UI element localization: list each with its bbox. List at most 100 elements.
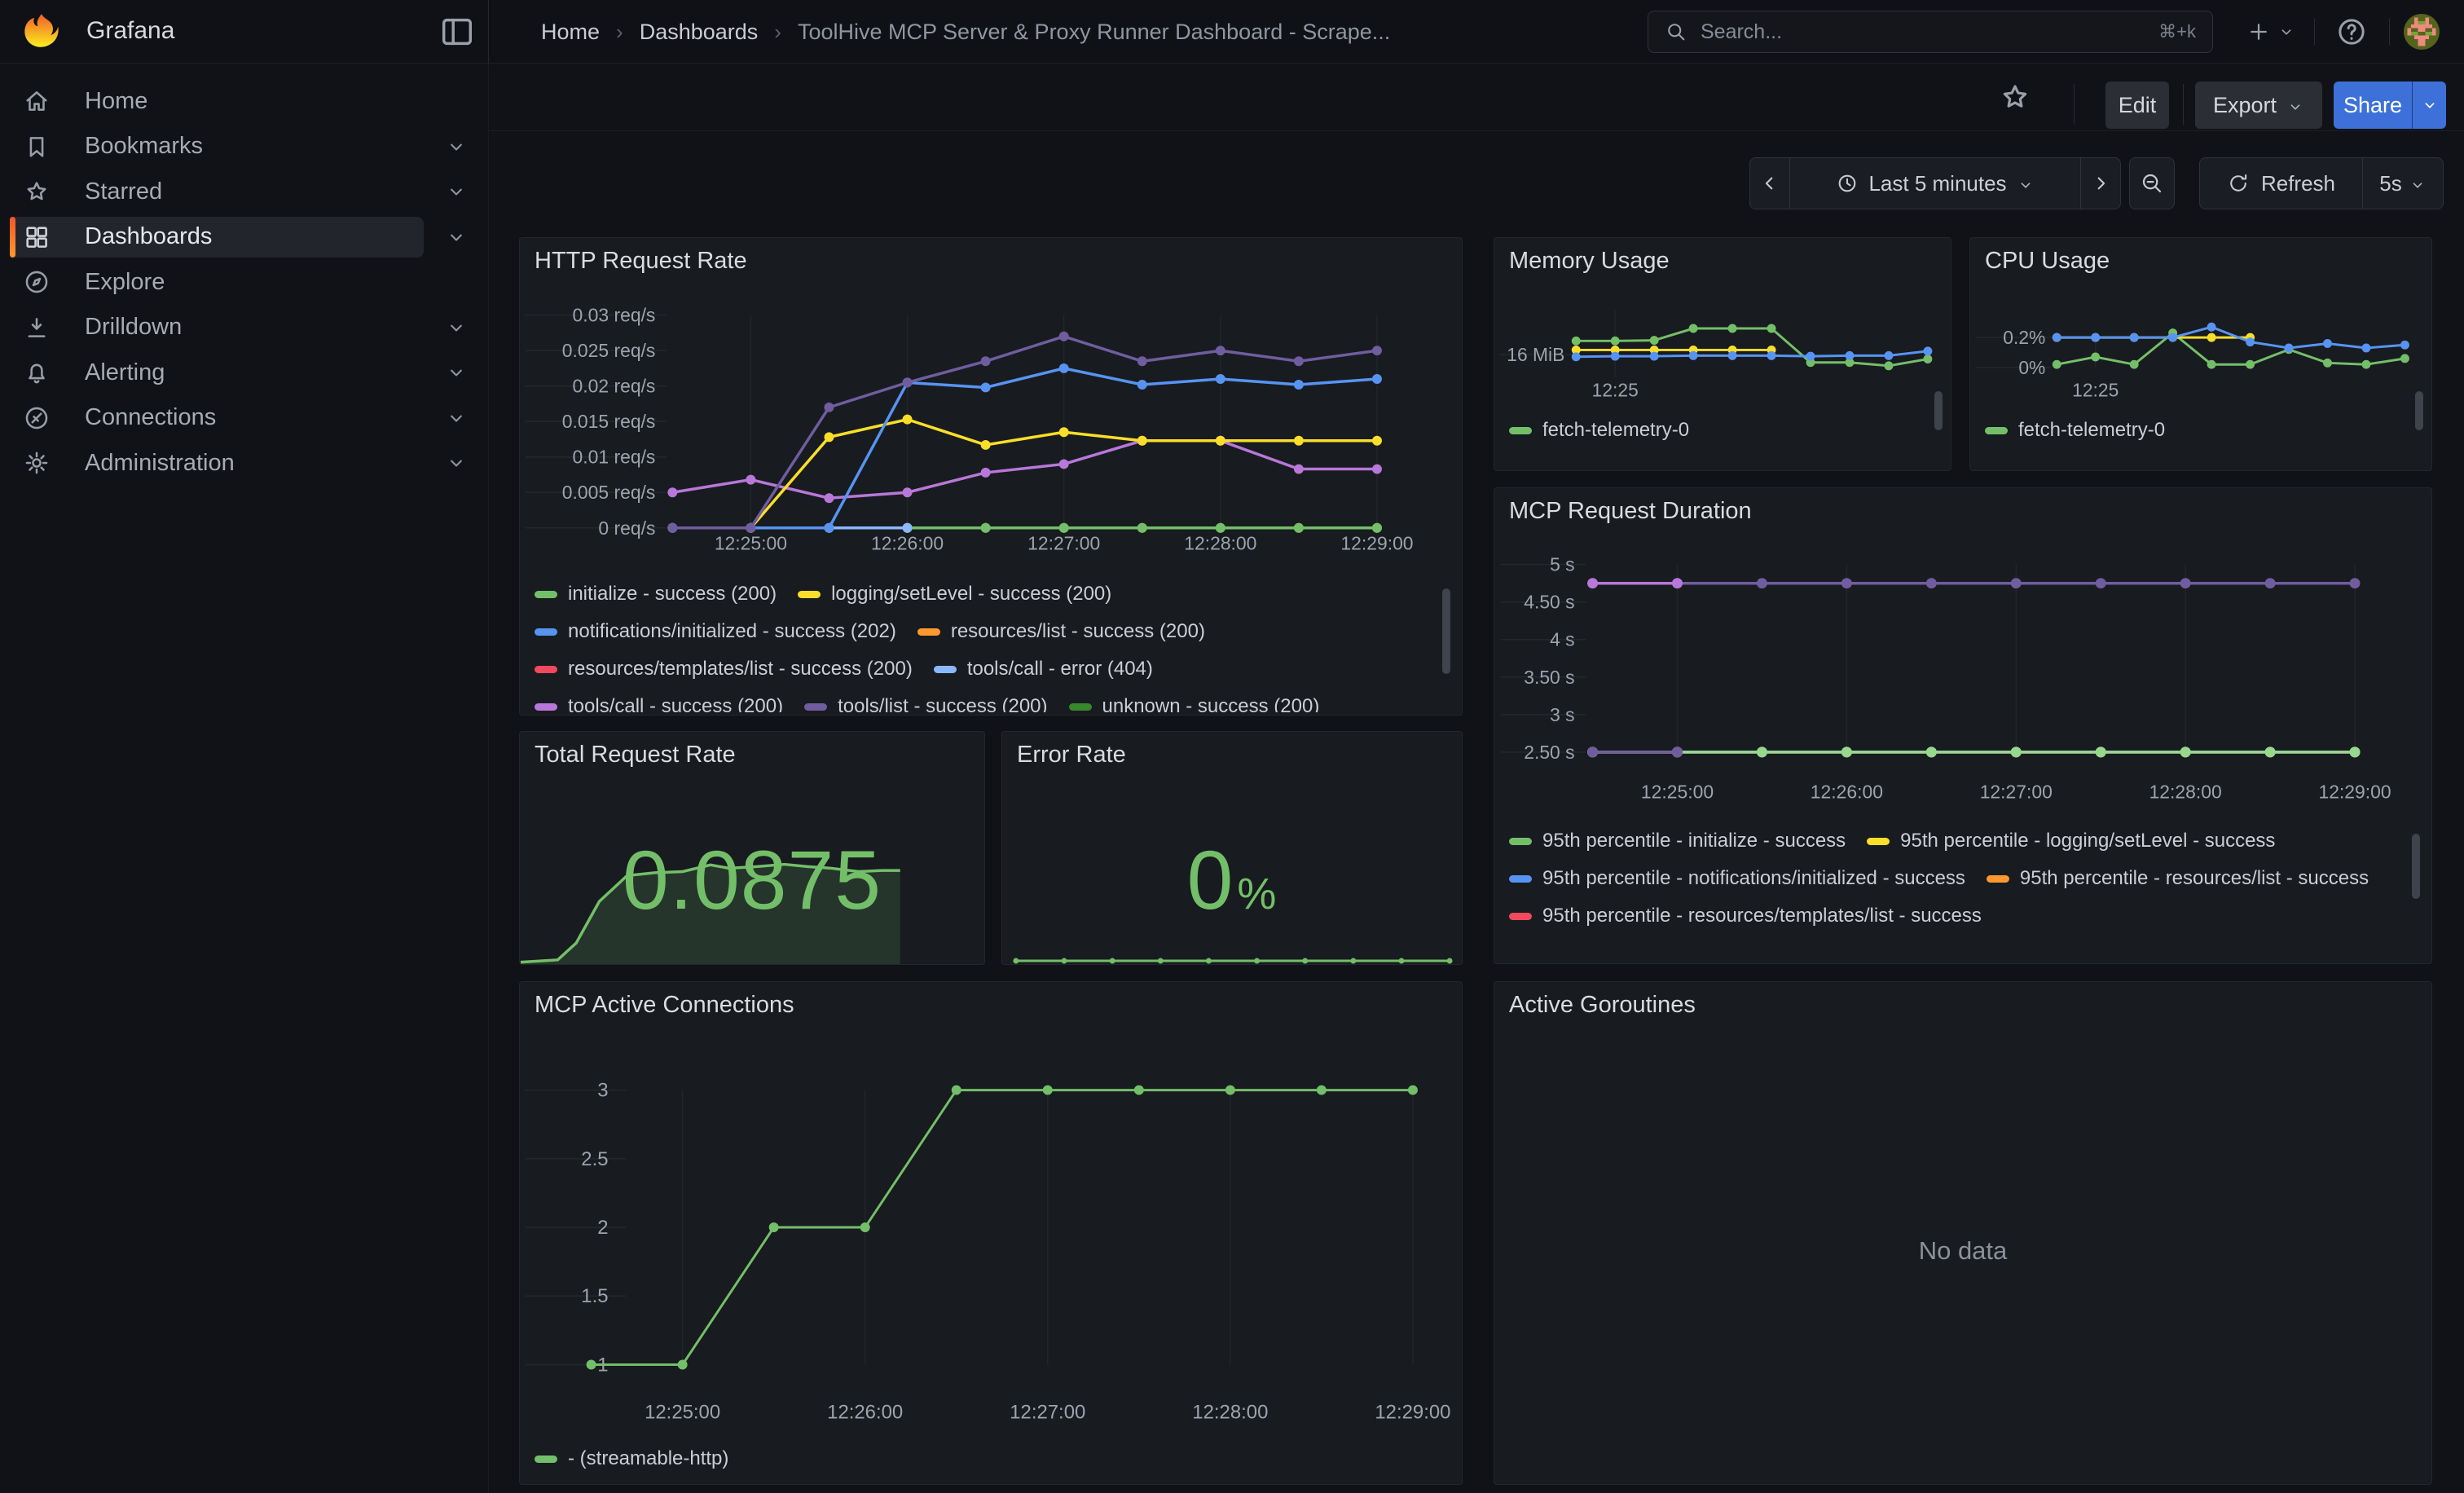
chevron-down-icon[interactable] <box>445 226 468 249</box>
legend-item[interactable]: resources/list - success (200) <box>917 621 1205 642</box>
chevron-down-icon[interactable] <box>445 135 468 158</box>
legend-swatch <box>1509 838 1532 845</box>
breadcrumb-dashboards[interactable]: Dashboards <box>640 20 759 45</box>
zoom-out-icon <box>2140 171 2164 196</box>
chevron-down-icon[interactable] <box>445 451 468 474</box>
legend-label: tools/call - error (404) <box>967 658 1153 680</box>
sidebar-item-bookmarks[interactable]: Bookmarks <box>10 126 424 167</box>
legend-item[interactable]: 95th percentile - resources/templates/li… <box>1509 905 1982 927</box>
sidebar-item-home[interactable]: Home <box>10 81 424 121</box>
edit-button-label: Edit <box>2119 93 2157 118</box>
legend-item[interactable]: 95th percentile - notifications/initiali… <box>1509 868 1965 889</box>
avatar[interactable] <box>2404 14 2440 50</box>
sidebar-item-explore[interactable]: Explore <box>10 262 424 302</box>
legend-item[interactable]: 95th percentile - logging/setLevel - suc… <box>1867 830 2275 852</box>
sidebar-item-starred[interactable]: Starred <box>10 171 424 212</box>
panel-title: Active Goroutines <box>1509 992 1696 1019</box>
top-nav-bar: Grafana Home › Dashboards › ToolHive MCP… <box>0 0 2464 64</box>
legend-item[interactable]: tools/call - success (200) <box>535 696 783 712</box>
legend-item[interactable]: unknown - success (200) <box>1069 696 1320 712</box>
svg-text:0 req/s: 0 req/s <box>598 517 655 539</box>
legend-item[interactable]: fetch-telemetry-0 <box>1985 420 2165 441</box>
share-dropdown-button[interactable] <box>2412 81 2446 129</box>
time-range-group: Last 5 minutes <box>1749 157 2121 209</box>
legend-item[interactable]: tools/call - error (404) <box>934 658 1153 680</box>
legend-item[interactable]: initialize - success (200) <box>535 584 777 605</box>
chevron-down-icon[interactable] <box>445 180 468 203</box>
sidebar-item-label: Starred <box>85 178 162 205</box>
legend-item[interactable]: logging/setLevel - success (200) <box>798 584 1111 605</box>
sidebar-item-connections[interactable]: Connections <box>10 398 424 438</box>
sidebar-item-dashboards[interactable]: Dashboards <box>10 217 424 258</box>
search-input[interactable]: Search... ⌘+k <box>1648 11 2213 53</box>
legend-label: unknown - success (200) <box>1102 695 1320 712</box>
sidebar-item-drilldown[interactable]: Drilldown <box>10 307 424 348</box>
sidebar-item-administration[interactable]: Administration <box>10 443 424 483</box>
sidebar-item-alerting[interactable]: Alerting <box>10 352 424 393</box>
legend-item[interactable]: tools/list - success (200) <box>804 696 1047 712</box>
breadcrumb-home[interactable]: Home <box>541 20 600 45</box>
bookmark-icon <box>23 133 51 161</box>
svg-text:12:26:00: 12:26:00 <box>827 1401 903 1423</box>
subheader-separator <box>2183 84 2184 125</box>
plug-icon <box>23 404 51 432</box>
svg-text:0.005 req/s: 0.005 req/s <box>562 482 656 503</box>
add-new-button[interactable] <box>2238 14 2303 50</box>
chevron-down-icon[interactable] <box>445 407 468 429</box>
mcp-active-connections-chart[interactable]: 12:25:0012:26:0012:27:0012:28:0012:29:00… <box>520 982 1462 1484</box>
breadcrumb-separator: › <box>616 20 623 45</box>
chevron-down-icon <box>2421 96 2439 114</box>
legend-scrollbar[interactable] <box>2415 391 2423 430</box>
legend-scrollbar[interactable] <box>2412 834 2420 899</box>
drill-icon <box>23 314 51 341</box>
svg-text:0.01 req/s: 0.01 req/s <box>573 447 656 468</box>
refresh-interval-picker[interactable]: 5s <box>2362 158 2443 209</box>
legend-item[interactable]: 95th percentile - initialize - success <box>1509 830 1846 852</box>
sidebar-item-label: Bookmarks <box>85 133 203 160</box>
help-button[interactable] <box>2335 15 2368 48</box>
svg-text:0.025 req/s: 0.025 req/s <box>562 340 656 361</box>
sidebar-toggle-icon[interactable] <box>438 13 476 51</box>
legend-label: 95th percentile - resources/templates/li… <box>1542 905 1982 927</box>
svg-text:12:25: 12:25 <box>2072 380 2119 401</box>
chevron-down-icon[interactable] <box>445 316 468 339</box>
legend-swatch <box>1509 913 1532 920</box>
error-rate-number: 0 <box>1187 834 1234 927</box>
svg-text:2.50 s: 2.50 s <box>1524 742 1574 763</box>
svg-text:0.02 req/s: 0.02 req/s <box>573 376 656 397</box>
time-shift-forward-button[interactable] <box>2080 158 2120 209</box>
legend-item[interactable]: - (streamable-http) <box>535 1448 728 1469</box>
svg-text:12:29:00: 12:29:00 <box>2318 782 2391 803</box>
svg-text:2.5: 2.5 <box>581 1148 608 1170</box>
legend-item[interactable]: resources/templates/list - success (200) <box>535 658 913 680</box>
legend-label: 95th percentile - logging/setLevel - suc… <box>1900 830 2275 852</box>
legend-item[interactable]: fetch-telemetry-0 <box>1509 420 1689 441</box>
chevron-down-icon[interactable] <box>445 361 468 384</box>
svg-text:12:27:00: 12:27:00 <box>1980 782 2053 803</box>
time-range-label: Last 5 minutes <box>1868 171 2006 196</box>
chevron-down-icon <box>2277 23 2295 41</box>
panel-title: Error Rate <box>1017 742 1126 769</box>
panel-title: MCP Request Duration <box>1509 498 1752 525</box>
time-shift-back-button[interactable] <box>1750 158 1789 209</box>
export-button[interactable]: Export <box>2195 81 2322 129</box>
legend-item[interactable]: notifications/initialized - success (202… <box>535 621 896 642</box>
breadcrumb: Home › Dashboards › ToolHive MCP Server … <box>541 0 1390 64</box>
legend-scrollbar[interactable] <box>1442 588 1450 674</box>
svg-text:12:28:00: 12:28:00 <box>1184 533 1256 554</box>
time-zoom-out-button[interactable] <box>2129 157 2175 209</box>
refresh-button[interactable]: Refresh <box>2200 158 2362 209</box>
share-button[interactable]: Share <box>2334 81 2412 129</box>
time-range-picker[interactable]: Last 5 minutes <box>1789 158 2080 209</box>
favorite-star-icon[interactable] <box>1998 80 2032 114</box>
search-shortcut: ⌘+k <box>2158 21 2196 42</box>
edit-button[interactable]: Edit <box>2105 81 2169 129</box>
compass-icon <box>23 268 51 296</box>
svg-text:3 s: 3 s <box>1550 704 1575 725</box>
search-icon <box>1665 20 1687 43</box>
chevron-left-icon <box>1758 172 1781 195</box>
legend-item[interactable]: 95th percentile - resources/list - succe… <box>1987 868 2369 889</box>
legend-label: 95th percentile - resources/list - succe… <box>2020 867 2369 890</box>
legend-scrollbar[interactable] <box>1934 391 1943 430</box>
breadcrumb-current-page: ToolHive MCP Server & Proxy Runner Dashb… <box>798 20 1390 45</box>
